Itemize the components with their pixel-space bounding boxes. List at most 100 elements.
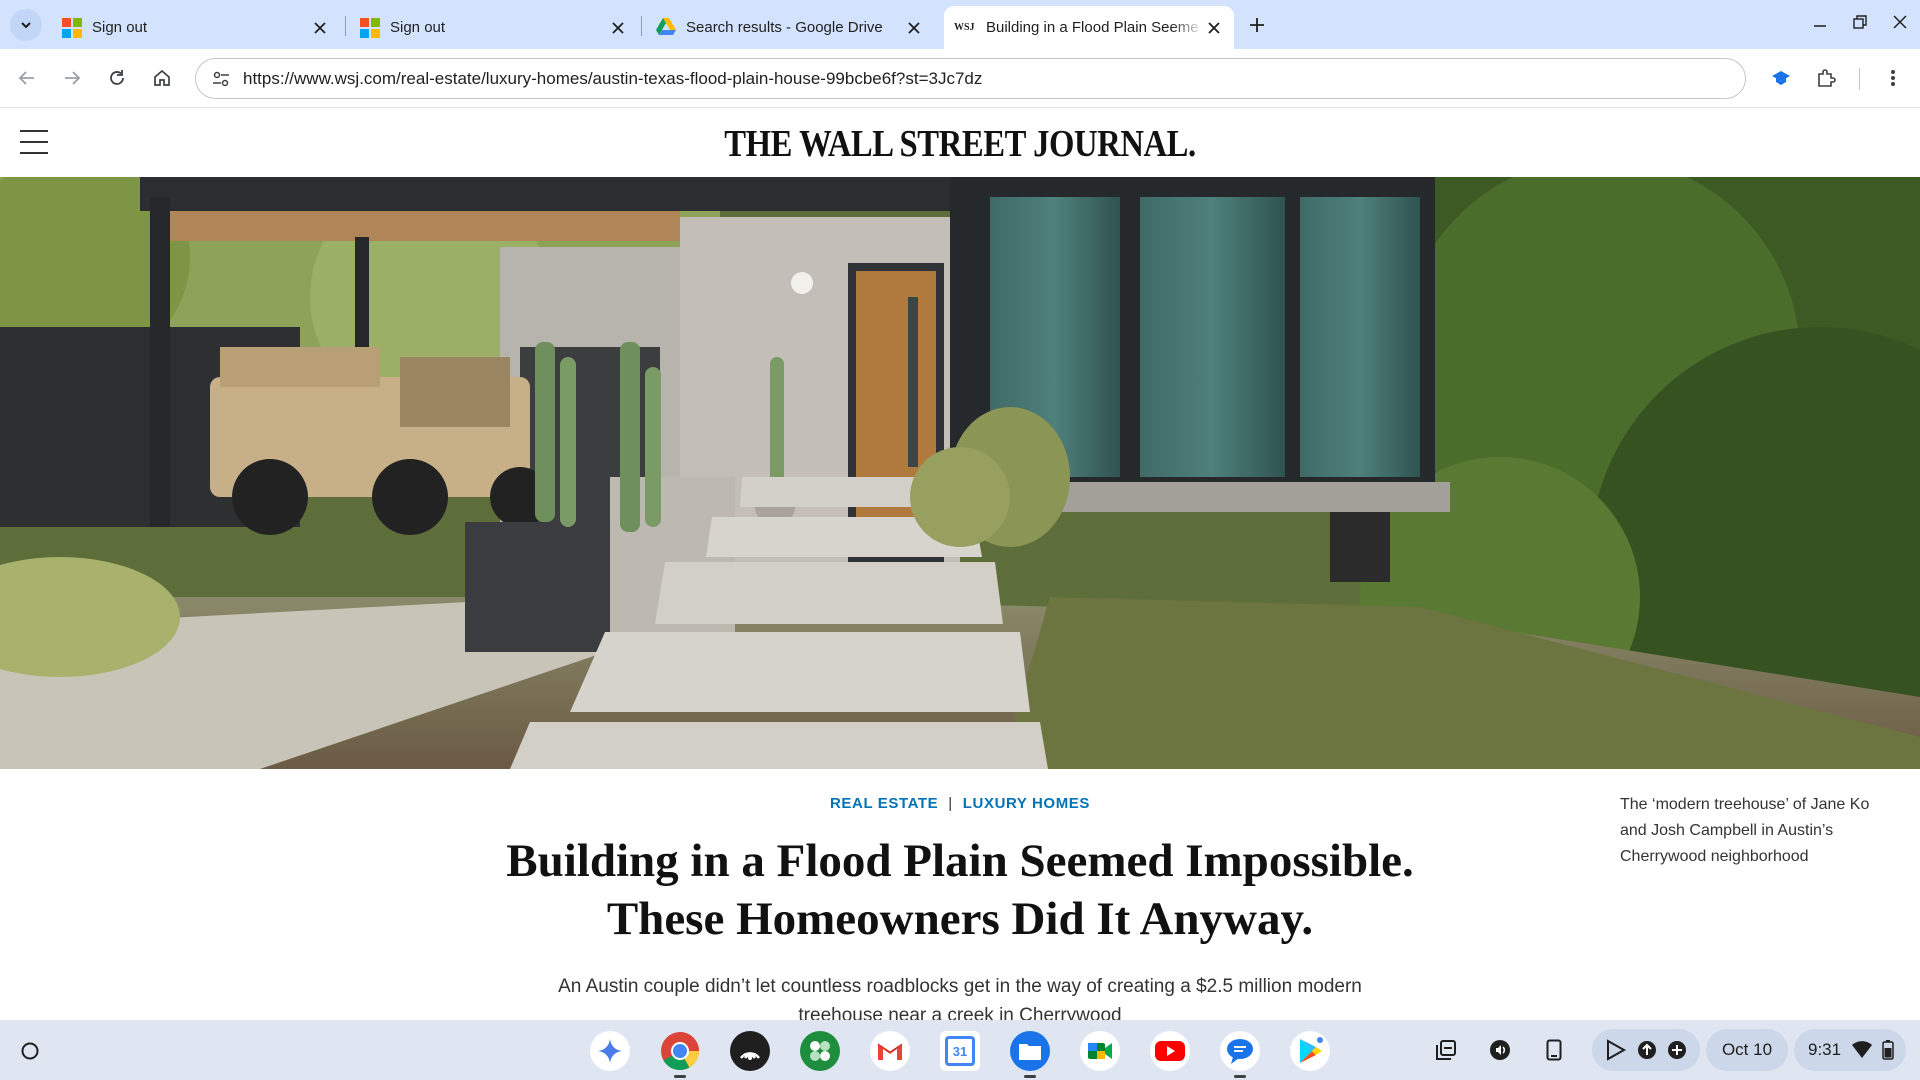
google-one-app[interactable] (798, 1029, 842, 1073)
section-link[interactable]: REAL ESTATE (830, 795, 938, 812)
article-dek: An Austin couple didn’t let countless ro… (558, 976, 1362, 1020)
browser-menu-button[interactable] (1878, 63, 1908, 93)
gemini-app[interactable] (588, 1029, 632, 1073)
gmail-icon (870, 1031, 910, 1071)
meet-app[interactable] (1078, 1029, 1122, 1073)
minimize-button[interactable] (1806, 10, 1834, 34)
tab-title: Sign out (390, 19, 446, 36)
running-indicator (1024, 1075, 1036, 1078)
youtube-app[interactable] (1148, 1029, 1192, 1073)
restore-icon (1853, 15, 1867, 29)
podcast-icon (730, 1031, 770, 1071)
subsection-link[interactable]: LUXURY HOMES (963, 795, 1090, 812)
close-icon (1893, 15, 1907, 29)
clock-text: 9:31 (1808, 1040, 1842, 1059)
close-icon[interactable] (1204, 18, 1224, 38)
notification-area[interactable] (1592, 1029, 1700, 1071)
gemini-icon (590, 1031, 630, 1071)
tab-sign-out-1[interactable]: Sign out (58, 6, 334, 49)
google-one-icon (800, 1031, 840, 1071)
play-store-icon (1290, 1031, 1330, 1071)
masthead-logo[interactable]: THE WALL STREET JOURNAL. (134, 122, 1785, 166)
play-store-app[interactable] (1288, 1029, 1332, 1073)
podcast-app[interactable] (728, 1029, 772, 1073)
new-tab-button[interactable] (1244, 12, 1270, 38)
extensions-menu-button[interactable] (1811, 63, 1841, 93)
close-icon[interactable] (310, 18, 330, 38)
article-headline: Building in a Flood Plain Seemed Impossi… (460, 832, 1460, 948)
copy-stack-icon (1436, 1040, 1456, 1060)
date-text: Oct 10 (1721, 1040, 1773, 1059)
close-window-button[interactable] (1886, 10, 1914, 34)
add-circle-icon (1668, 1041, 1686, 1059)
chevron-down-icon (21, 22, 31, 29)
calendar-day: 31 (945, 1036, 975, 1066)
home-icon (154, 69, 170, 86)
gmail-app[interactable] (868, 1029, 912, 1073)
tab-title: Building in a Flood Plain Seeme (986, 19, 1199, 36)
phone-icon (1546, 1039, 1562, 1061)
media-controls-button[interactable] (1482, 1032, 1518, 1068)
chrome-app[interactable] (658, 1029, 702, 1078)
hamburger-menu-icon[interactable] (20, 130, 48, 154)
tab-google-drive[interactable]: Search results - Google Drive (652, 6, 928, 49)
date-tray[interactable]: Oct 10 (1706, 1029, 1788, 1071)
calendar-app[interactable]: 31 (938, 1029, 982, 1073)
tab-search-button[interactable] (10, 9, 42, 41)
graduation-cap-icon (1772, 71, 1790, 85)
toolbar-divider (1859, 68, 1860, 90)
headline-line-2: These Homeowners Did It Anyway. (606, 893, 1314, 945)
web-page: THE WALL STREET JOURNAL. REAL ESTATE | L… (0, 108, 1920, 1020)
back-button[interactable] (12, 63, 42, 93)
system-shelf: 31 Oct 10 9:31 (0, 1020, 1920, 1080)
tab-separator (641, 16, 642, 36)
microsoft-logo-icon (360, 17, 380, 38)
battery-icon (1882, 1040, 1894, 1060)
restore-button[interactable] (1846, 10, 1874, 34)
puzzle-icon (1818, 69, 1836, 87)
reload-icon (110, 70, 124, 85)
close-icon[interactable] (608, 18, 628, 38)
messages-icon (1220, 1031, 1260, 1071)
home-button[interactable] (147, 63, 177, 93)
tab-title: Search results - Google Drive (686, 19, 883, 36)
files-app[interactable] (1008, 1029, 1052, 1078)
youtube-icon (1150, 1031, 1190, 1071)
holding-space-button[interactable] (1428, 1032, 1464, 1068)
microsoft-logo-icon (62, 17, 82, 38)
meet-icon (1080, 1031, 1120, 1071)
chrome-icon (660, 1031, 700, 1071)
arrow-right-icon (65, 71, 81, 85)
forward-button[interactable] (57, 63, 87, 93)
arrow-left-icon (18, 71, 34, 85)
files-icon (1010, 1031, 1050, 1071)
reload-button[interactable] (102, 63, 132, 93)
minimize-icon (1814, 25, 1826, 27)
launcher-circle-icon (21, 1042, 39, 1060)
image-caption: The ‘modern treehouse’ of Jane Ko and Jo… (1620, 796, 1870, 865)
messages-app[interactable] (1218, 1029, 1262, 1078)
extension-button[interactable] (1766, 63, 1796, 93)
calendar-icon: 31 (940, 1031, 980, 1071)
phone-hub-button[interactable] (1536, 1032, 1572, 1068)
more-vertical-icon (1891, 70, 1895, 86)
tab-wsj-article[interactable]: WSJ Building in a Flood Plain Seeme (944, 6, 1234, 49)
address-bar[interactable]: https://www.wsj.com/real-estate/luxury-h… (195, 58, 1746, 99)
site-header: THE WALL STREET JOURNAL. (0, 108, 1920, 177)
launcher-button[interactable] (14, 1035, 46, 1067)
tab-sign-out-2[interactable]: Sign out (356, 6, 632, 49)
audio-icon (1490, 1040, 1510, 1060)
tab-strip: Sign out Sign out Search results - Googl… (0, 0, 1920, 49)
status-area[interactable]: 9:31 (1794, 1029, 1906, 1071)
browser-toolbar: https://www.wsj.com/real-estate/luxury-h… (0, 49, 1920, 108)
url-text[interactable]: https://www.wsj.com/real-estate/luxury-h… (243, 69, 982, 89)
close-icon[interactable] (904, 18, 924, 38)
wsj-favicon-icon: WSJ (954, 22, 975, 33)
hero-image (0, 177, 1920, 769)
hero-photo (0, 177, 1920, 769)
plus-icon (1250, 18, 1264, 32)
site-info-icon[interactable] (211, 69, 231, 89)
google-drive-icon (656, 17, 676, 38)
wifi-icon (1851, 1041, 1872, 1058)
upload-icon (1638, 1041, 1656, 1059)
